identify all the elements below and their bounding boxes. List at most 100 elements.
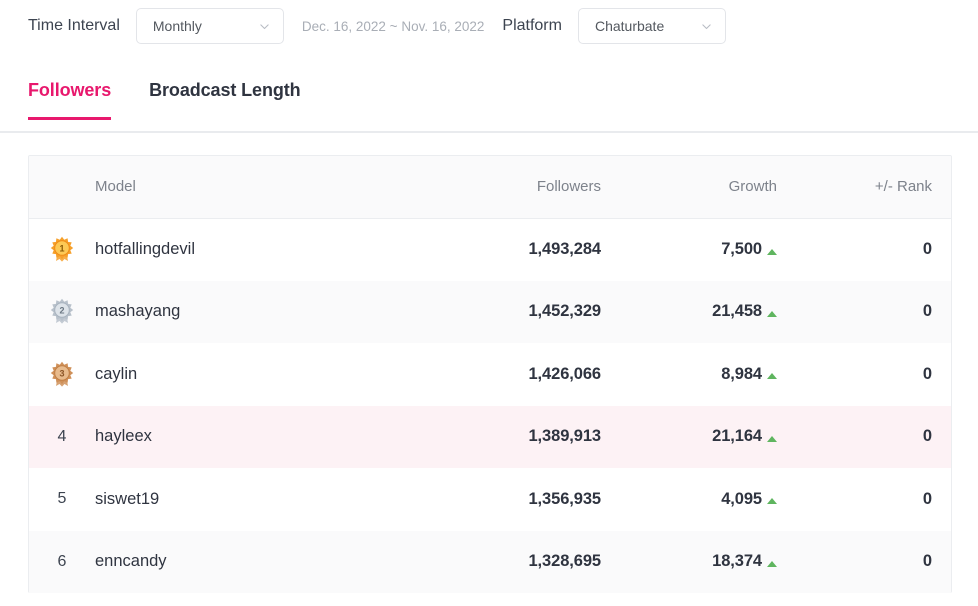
cell-growth: 8,984 — [601, 343, 777, 406]
rank-number: 6 — [57, 552, 67, 570]
model-name: caylin — [95, 364, 138, 383]
cell-delta-rank: 0 — [777, 468, 932, 531]
cell-delta-rank: 0 — [777, 343, 932, 406]
followers-value: 1,356,935 — [528, 489, 601, 508]
cell-growth: 18,374 — [601, 531, 777, 594]
delta-rank-value: 0 — [922, 240, 932, 258]
time-interval-label: Time Interval — [28, 17, 120, 34]
growth-value: 21,164 — [712, 427, 762, 446]
tab-followers[interactable]: Followers — [28, 80, 112, 120]
cell-followers: 1,452,329 — [411, 281, 601, 344]
cell-model[interactable]: siswet19 — [95, 468, 411, 531]
date-range-text: Dec. 16, 2022 ~ Nov. 16, 2022 — [301, 18, 485, 34]
time-interval-select[interactable]: Monthly — [135, 8, 284, 44]
table-row[interactable]: 2 mashayang 1,452,329 21,458 0 — [29, 280, 951, 344]
cell-growth: 4,095 — [601, 468, 777, 531]
followers-value: 1,389,913 — [528, 427, 601, 446]
silver-medal-icon: 2 — [49, 298, 75, 325]
column-header-model: Model — [95, 156, 411, 219]
followers-value: 1,493,284 — [528, 240, 601, 258]
column-header-delta-rank: +/- Rank — [777, 156, 932, 219]
cell-rank: 4 — [29, 406, 95, 469]
table-header-row: Model Followers Growth +/- Rank — [29, 156, 951, 219]
cell-growth: 21,458 — [601, 281, 777, 344]
chevron-down-icon — [260, 23, 269, 29]
column-header-actions — [932, 156, 951, 219]
cell-growth: 7,500 — [601, 218, 777, 281]
delta-rank-value: 0 — [922, 489, 932, 508]
cell-delta-rank: 0 — [777, 281, 932, 344]
tab-broadcast-length[interactable]: Broadcast Length — [149, 80, 301, 115]
platform-select[interactable]: Chaturbate — [577, 8, 726, 44]
rank-number: 5 — [57, 490, 67, 508]
growth-up-arrow-icon — [767, 498, 777, 505]
followers-value: 1,426,066 — [528, 364, 601, 383]
bronze-medal-icon: 3 — [49, 361, 75, 388]
cell-delta-rank: 0 — [777, 406, 932, 469]
cell-rank: 2 — [29, 281, 95, 344]
followers-value: 1,328,695 — [528, 552, 601, 571]
delta-rank-value: 0 — [922, 302, 932, 321]
cell-model[interactable]: caylin — [95, 343, 411, 406]
table-row[interactable]: 4 hayleex 1,389,913 21,164 0 — [29, 405, 951, 469]
cell-rank: 1 — [29, 218, 95, 281]
cell-model[interactable]: enncandy — [95, 531, 411, 594]
growth-up-arrow-icon — [767, 310, 777, 317]
cell-followers: 1,328,695 — [411, 531, 601, 594]
growth-value: 7,500 — [721, 240, 762, 258]
model-name: siswet19 — [95, 489, 160, 508]
column-header-rank — [29, 156, 95, 219]
cell-detail-action[interactable] — [932, 343, 951, 406]
cell-followers: 1,426,066 — [411, 343, 601, 406]
filter-bar: Time Interval Monthly Dec. 16, 2022 ~ No… — [0, 0, 978, 52]
cell-model[interactable]: hayleex — [95, 406, 411, 469]
table-row[interactable]: 1 hotfallingdevil 1,493,284 7,500 0 — [29, 218, 951, 281]
growth-up-arrow-icon — [767, 435, 777, 442]
cell-detail-action[interactable] — [932, 406, 951, 469]
column-header-followers: Followers — [411, 156, 601, 219]
ranking-table: Model Followers Growth +/- Rank 1 hotfal… — [29, 156, 951, 594]
svg-text:3: 3 — [59, 368, 64, 378]
cell-rank: 3 — [29, 343, 95, 406]
table-body: 1 hotfallingdevil 1,493,284 7,500 0 2 ma… — [29, 218, 951, 594]
followers-value: 1,452,329 — [528, 302, 601, 321]
growth-value: 18,374 — [712, 552, 762, 571]
model-name: mashayang — [95, 302, 181, 321]
delta-rank-value: 0 — [922, 364, 932, 383]
ranking-table-container: Model Followers Growth +/- Rank 1 hotfal… — [28, 155, 952, 593]
gold-medal-icon: 1 — [49, 236, 75, 263]
growth-value: 21,458 — [712, 302, 762, 321]
cell-detail-action[interactable] — [932, 531, 951, 594]
table-row[interactable]: 6 enncandy 1,328,695 18,374 0 — [29, 530, 951, 594]
platform-value: Chaturbate — [594, 18, 665, 34]
growth-up-arrow-icon — [767, 248, 777, 255]
cell-detail-action[interactable] — [932, 281, 951, 344]
cell-detail-action[interactable] — [932, 218, 951, 281]
rank-number: 4 — [57, 427, 67, 445]
tab-followers-label: Followers — [28, 80, 112, 100]
model-name: enncandy — [95, 552, 167, 571]
cell-rank: 5 — [29, 468, 95, 531]
growth-up-arrow-icon — [767, 373, 777, 380]
cell-detail-action[interactable] — [932, 468, 951, 531]
delta-rank-value: 0 — [922, 552, 932, 571]
delta-rank-value: 0 — [922, 427, 932, 446]
cell-model[interactable]: hotfallingdevil — [95, 218, 411, 281]
growth-up-arrow-icon — [767, 560, 777, 567]
time-interval-value: Monthly — [152, 18, 202, 34]
tabs-bar: Followers Broadcast Length — [0, 80, 978, 133]
cell-delta-rank: 0 — [777, 531, 932, 594]
growth-value: 4,095 — [721, 489, 762, 508]
svg-text:1: 1 — [59, 244, 64, 254]
model-name: hayleex — [95, 427, 152, 446]
cell-followers: 1,389,913 — [411, 406, 601, 469]
cell-rank: 6 — [29, 531, 95, 594]
svg-text:2: 2 — [59, 306, 64, 316]
cell-followers: 1,493,284 — [411, 218, 601, 281]
cell-model[interactable]: mashayang — [95, 281, 411, 344]
chevron-down-icon — [702, 23, 711, 29]
table-row[interactable]: 3 caylin 1,426,066 8,984 0 — [29, 343, 951, 406]
cell-growth: 21,164 — [601, 406, 777, 469]
table-row[interactable]: 5 siswet19 1,356,935 4,095 0 — [29, 468, 951, 531]
column-header-growth: Growth — [601, 156, 777, 219]
